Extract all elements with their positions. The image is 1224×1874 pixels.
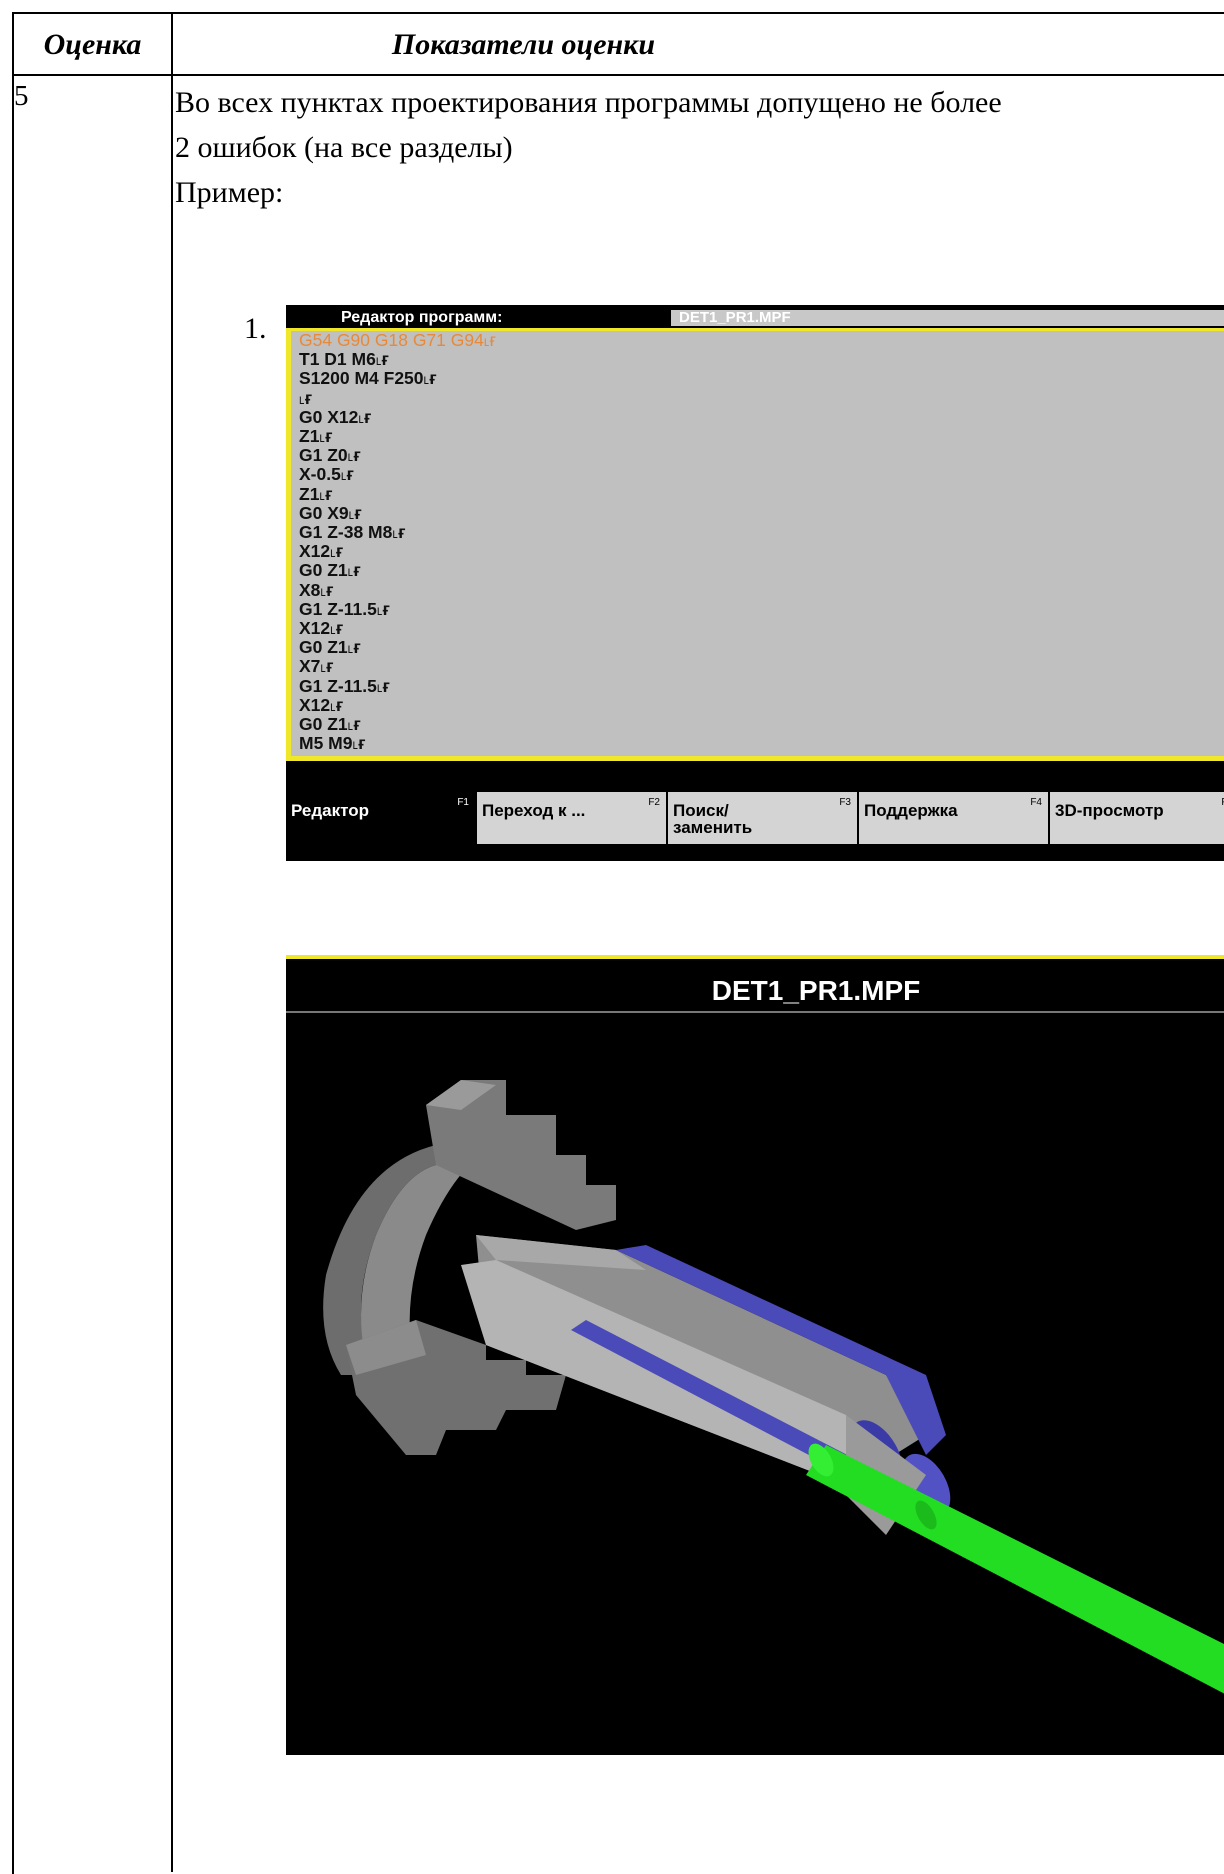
softkey-2[interactable]: Переход к ... F2 — [477, 792, 666, 844]
code-line[interactable]: G1 Z0˪ғ — [299, 445, 361, 465]
softkey-label: Переход к ... — [482, 801, 586, 820]
criteria-line-2: 2 ошибок (на все разделы) — [175, 131, 513, 164]
column-divider — [171, 12, 173, 1872]
code-line[interactable]: X8˪ғ — [299, 580, 334, 600]
editor-code-area: G54 G90 G18 G71 G94˪ғ T1 D1 M6˪ғ S1200 M… — [286, 328, 1224, 761]
code-line[interactable]: G1 Z-11.5˪ғ — [299, 676, 390, 696]
code-line[interactable]: Z1˪ғ — [299, 484, 333, 504]
code-line[interactable]: X-0.5˪ғ — [299, 464, 354, 484]
softkey-1[interactable]: Редактор F1 — [286, 792, 475, 844]
softkey-label: 3D-просмотр — [1055, 801, 1164, 820]
softkey-5[interactable]: 3D-просмотрF5 — [1050, 792, 1224, 844]
softkey-fkey: F3 — [839, 797, 851, 808]
softkey-fkey: F2 — [648, 797, 660, 808]
program-code: G54 G90 G18 G71 G94˪ғ T1 D1 M6˪ғ S1200 M… — [291, 330, 1224, 753]
softkey-bar: Редактор F1 Переход к ... F2 Поиск/ заменить… — [286, 792, 1224, 844]
softkey-4[interactable]: Поддержка F4 — [859, 792, 1048, 844]
code-line-active[interactable]: G54 G90 G18 G71 G94˪ғ — [299, 330, 496, 350]
3d-view-screenshot: DET1_PR1.MPF — [286, 955, 1224, 1755]
list-marker: 1. — [244, 312, 267, 345]
code-line[interactable]: X12˪ғ — [299, 541, 343, 561]
code-line[interactable]: X12˪ғ — [299, 618, 343, 638]
code-line[interactable]: G1 Z-11.5˪ғ — [299, 599, 390, 619]
3d-part-render — [323, 1080, 1224, 1694]
code-line[interactable]: M5 M9˪ғ — [299, 733, 366, 753]
criteria-line-3: Пример: — [175, 176, 284, 209]
softkey-fkey: F4 — [1030, 797, 1042, 808]
code-line[interactable]: S1200 M4 F250˪ғ — [299, 368, 437, 388]
code-line[interactable]: G0 X9˪ғ — [299, 503, 362, 523]
code-line[interactable]: Z1˪ғ — [299, 426, 333, 446]
code-line[interactable]: X7˪ғ — [299, 656, 334, 676]
code-line[interactable]: G0 X12˪ғ — [299, 407, 371, 427]
editor-header: Редактор программ: DET1_PR1.MPF — [291, 309, 1224, 327]
editor-title: Редактор программ: — [341, 309, 503, 326]
code-line[interactable]: G0 Z1˪ғ — [299, 637, 361, 657]
criteria-line-1: Во всех пунктах проектирования программы… — [175, 86, 1002, 119]
code-line[interactable]: G0 Z1˪ғ — [299, 560, 361, 580]
code-line[interactable]: G1 Z-38 M8˪ғ — [299, 522, 405, 542]
code-line[interactable]: X12˪ғ — [299, 695, 343, 715]
criteria-text: Во всех пунктах проектирования программы… — [175, 80, 1002, 215]
score-value: 5 — [14, 80, 29, 112]
softkey-3[interactable]: Поиск/ заменить F3 — [668, 792, 857, 844]
code-line[interactable]: ˪ғ — [299, 388, 312, 408]
3d-view-divider — [286, 1011, 1224, 1013]
softkey-fkey: F1 — [457, 797, 469, 808]
softkey-label: Поддержка — [864, 801, 958, 820]
code-line[interactable]: G0 Z1˪ғ — [299, 714, 361, 734]
program-editor-screenshot: Редактор программ: DET1_PR1.MPF G54 G90 … — [286, 305, 1224, 861]
editor-filename: DET1_PR1.MPF — [671, 310, 1224, 326]
softkey-label: Поиск/ заменить — [673, 801, 753, 837]
code-line[interactable]: T1 D1 M6˪ғ — [299, 349, 389, 369]
column-header-score: Оценка — [43, 28, 142, 61]
3d-view-title: DET1_PR1.MPF — [711, 975, 921, 1006]
softkey-label: Редактор — [291, 801, 369, 820]
tool-path — [806, 1445, 1224, 1694]
header-divider — [12, 74, 1224, 76]
column-header-criteria: Показатели оценки — [391, 28, 656, 61]
